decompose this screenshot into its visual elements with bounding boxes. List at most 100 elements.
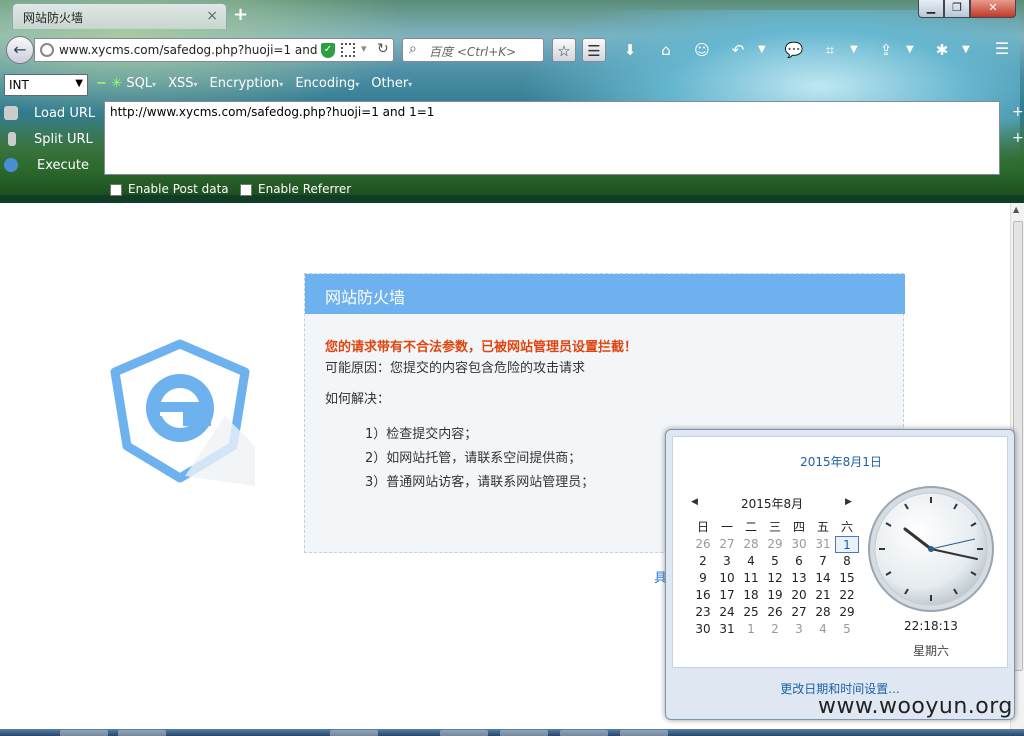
calendar-day[interactable]: 2 bbox=[763, 621, 787, 638]
calendar-day[interactable]: 3 bbox=[715, 553, 739, 570]
calendar-day[interactable]: 26 bbox=[763, 604, 787, 621]
calendar-day-today[interactable]: 1 bbox=[835, 536, 859, 553]
enable-referrer-checkbox[interactable]: Enable Referrer bbox=[240, 182, 351, 198]
calendar-day[interactable]: 18 bbox=[739, 587, 763, 604]
taskbar-button[interactable] bbox=[560, 730, 608, 736]
maximize-button[interactable]: ❐ bbox=[944, 0, 970, 18]
calendar-day[interactable]: 27 bbox=[787, 604, 811, 621]
calendar-day[interactable]: 20 bbox=[787, 587, 811, 604]
url-text[interactable]: www.xycms.com/safedog.php?huoji=1 and bbox=[59, 43, 318, 57]
execute-button[interactable]: Execute bbox=[4, 156, 99, 178]
calendar-day[interactable]: 28 bbox=[739, 536, 763, 553]
calendar-day[interactable]: 15 bbox=[835, 570, 859, 587]
browser-tab[interactable]: 网站防火墙 × bbox=[12, 3, 227, 29]
calendar-day[interactable]: 14 bbox=[811, 570, 835, 587]
enable-post-checkbox[interactable]: Enable Post data bbox=[110, 182, 229, 198]
calendar-day[interactable]: 3 bbox=[787, 621, 811, 638]
calendar-day[interactable]: 1 bbox=[739, 621, 763, 638]
scroll-up-icon[interactable]: ▲ bbox=[1013, 205, 1019, 214]
calendar-day[interactable]: 12 bbox=[763, 570, 787, 587]
url-bar[interactable]: www.xycms.com/safedog.php?huoji=1 and ✓ … bbox=[34, 38, 394, 62]
minimize-button[interactable]: ▁ bbox=[918, 0, 944, 18]
prev-month-icon[interactable]: ◀ bbox=[691, 497, 698, 507]
back-button[interactable]: ← bbox=[6, 36, 34, 64]
hackbar-url-textarea[interactable]: http://www.xycms.com/safedog.php?huoji=1… bbox=[104, 101, 1000, 175]
month-label[interactable]: 2015年8月 bbox=[741, 495, 803, 512]
calendar-day[interactable]: 8 bbox=[835, 553, 859, 570]
security-shield-icon[interactable]: ✓ bbox=[321, 43, 335, 58]
calendar-day[interactable]: 10 bbox=[715, 570, 739, 587]
calendar-day[interactable]: 30 bbox=[691, 621, 715, 638]
add-icon[interactable]: + bbox=[1012, 130, 1024, 146]
menu-xss[interactable]: XSS▾ bbox=[168, 76, 197, 94]
calendar-day[interactable]: 22 bbox=[835, 587, 859, 604]
calendar-day[interactable]: 26 bbox=[691, 536, 715, 553]
reload-icon[interactable]: ↻ bbox=[377, 41, 389, 57]
taskbar-button[interactable] bbox=[620, 730, 668, 736]
taskbar-button[interactable] bbox=[118, 730, 166, 736]
calendar-day[interactable]: 13 bbox=[787, 570, 811, 587]
add-icon[interactable]: + bbox=[1012, 104, 1024, 120]
split-url-button[interactable]: Split URL bbox=[4, 130, 99, 152]
calendar-day[interactable]: 25 bbox=[739, 604, 763, 621]
home-icon[interactable]: ⌂ bbox=[654, 38, 678, 62]
bookmark-star-icon[interactable]: ☆ bbox=[552, 38, 576, 62]
smiley-icon[interactable]: ☺ bbox=[690, 38, 714, 62]
calendar-day[interactable]: 27 bbox=[715, 536, 739, 553]
calendar-day[interactable]: 19 bbox=[763, 587, 787, 604]
calendar-day[interactable]: 24 bbox=[715, 604, 739, 621]
menu-encoding[interactable]: Encoding▾ bbox=[295, 76, 359, 94]
load-url-button[interactable]: Load URL bbox=[4, 104, 99, 126]
chevron-down-icon[interactable]: ▼ bbox=[906, 44, 914, 55]
download-icon[interactable]: ⬇ bbox=[618, 38, 642, 62]
menu-encryption[interactable]: Encryption▾ bbox=[210, 76, 284, 94]
bookmarks-list-icon[interactable]: ☰ bbox=[582, 38, 606, 62]
search-input[interactable]: ⌕ 百度 <Ctrl+K> bbox=[402, 38, 544, 62]
calendar-day[interactable]: 16 bbox=[691, 587, 715, 604]
undo-icon[interactable]: ↶ bbox=[726, 38, 750, 62]
chevron-down-icon[interactable]: ▼ bbox=[962, 44, 970, 55]
next-month-icon[interactable]: ▶ bbox=[845, 497, 852, 507]
calendar-day[interactable]: 2 bbox=[691, 553, 715, 570]
calendar-day[interactable]: 29 bbox=[835, 604, 859, 621]
calendar-day[interactable]: 28 bbox=[811, 604, 835, 621]
injection-type-select[interactable]: INT ▼ bbox=[4, 74, 88, 96]
taskbar-button[interactable] bbox=[500, 730, 548, 736]
calendar-day[interactable]: 4 bbox=[811, 621, 835, 638]
qr-code-icon[interactable] bbox=[341, 43, 355, 57]
checkbox[interactable] bbox=[110, 183, 122, 196]
calendar-day[interactable]: 9 bbox=[691, 570, 715, 587]
calendar-day[interactable]: 4 bbox=[739, 553, 763, 570]
url-dropdown-icon[interactable]: ▾ bbox=[361, 42, 367, 55]
calendar-day[interactable]: 30 bbox=[787, 536, 811, 553]
chat-icon[interactable]: 💬 bbox=[782, 38, 806, 62]
calendar-day[interactable]: 7 bbox=[811, 553, 835, 570]
upload-icon[interactable]: ⇪ bbox=[874, 38, 898, 62]
checkbox[interactable] bbox=[240, 183, 252, 196]
new-tab-button[interactable]: + bbox=[233, 4, 251, 25]
menu-sql[interactable]: SQL▾ bbox=[126, 76, 156, 94]
calendar-day[interactable]: 31 bbox=[811, 536, 835, 553]
calendar-day[interactable]: 17 bbox=[715, 587, 739, 604]
calendar-day[interactable]: 29 bbox=[763, 536, 787, 553]
calendar-day[interactable]: 23 bbox=[691, 604, 715, 621]
calendar-day[interactable]: 5 bbox=[763, 553, 787, 570]
calendar-day[interactable]: 21 bbox=[811, 587, 835, 604]
taskbar-button[interactable] bbox=[330, 730, 378, 736]
extension-icon[interactable]: ✱ bbox=[930, 38, 954, 62]
tab-close-icon[interactable]: × bbox=[206, 8, 218, 24]
calendar-day[interactable]: 31 bbox=[715, 621, 739, 638]
close-window-button[interactable]: ✕ bbox=[970, 0, 1016, 18]
menu-icon[interactable]: ☰ bbox=[990, 39, 1014, 61]
calendar-day[interactable]: 11 bbox=[739, 570, 763, 587]
calendar-day[interactable]: 6 bbox=[787, 553, 811, 570]
toggle-icon[interactable]: − ✳ bbox=[96, 76, 122, 94]
chevron-down-icon[interactable]: ▼ bbox=[850, 44, 858, 55]
menu-other[interactable]: Other▾ bbox=[371, 76, 412, 94]
crop-icon[interactable]: ⌗ bbox=[818, 38, 842, 62]
full-date-link[interactable]: 2015年8月1日 bbox=[673, 453, 1009, 470]
taskbar-button[interactable] bbox=[440, 730, 488, 736]
calendar-day[interactable]: 5 bbox=[835, 621, 859, 638]
taskbar-button[interactable] bbox=[60, 730, 108, 736]
chevron-down-icon[interactable]: ▼ bbox=[758, 44, 766, 55]
